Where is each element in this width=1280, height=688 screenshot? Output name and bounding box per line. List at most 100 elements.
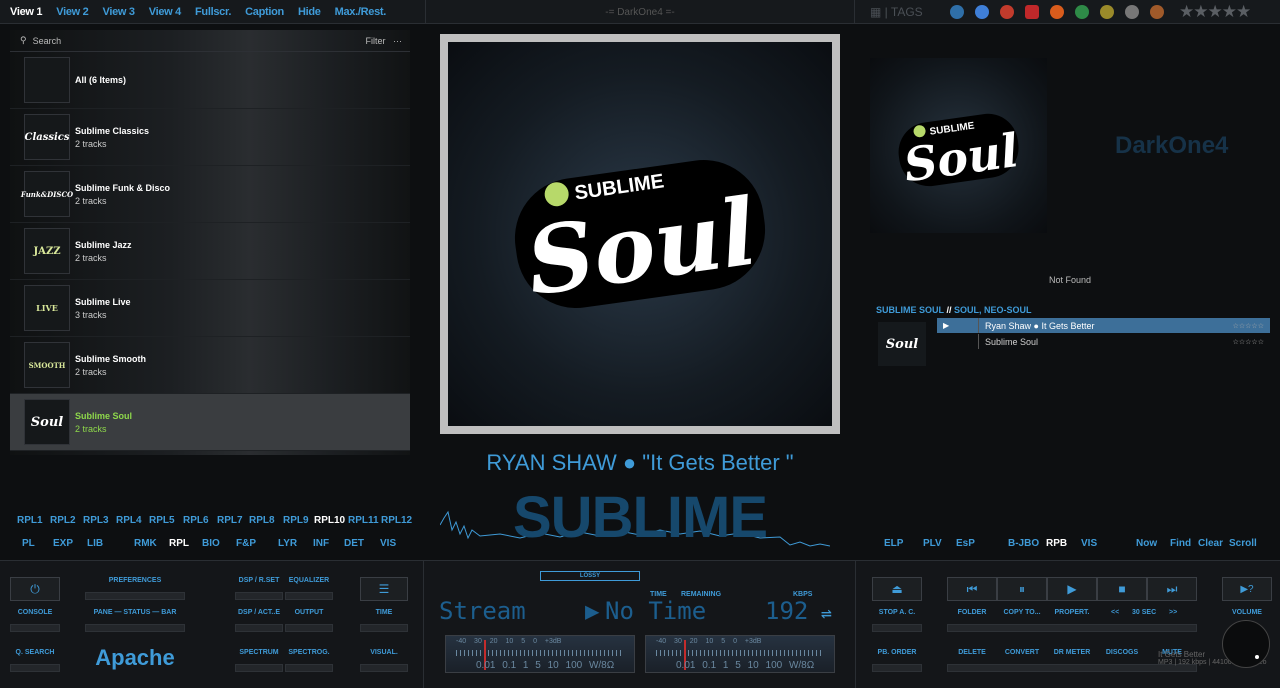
caption-button[interactable]: Caption [245,6,284,18]
list-item[interactable]: LIVE Sublime Live 3 tracks [10,280,410,337]
pane-status-bar-button[interactable] [85,624,185,632]
rpl9-button[interactable]: RPL9 [283,515,309,526]
rpl6-button[interactable]: RPL6 [183,515,209,526]
fullscreen-button[interactable]: Fullscr. [195,6,231,18]
list-item[interactable]: SMOOTH Sublime Smooth 2 tracks [10,337,410,394]
list-item[interactable]: Classics Sublime Classics 2 tracks [10,109,410,166]
esp-button[interactable]: EsP [956,538,975,549]
help-icon[interactable]: ▶? [1222,577,1272,601]
rpl7-button[interactable]: RPL7 [217,515,243,526]
play-icon[interactable]: ▶ [1047,577,1097,601]
clear-button[interactable]: Clear [1198,538,1223,549]
lastfm-icon[interactable] [1000,5,1014,19]
playlist-row[interactable]: ▶ Ryan Shaw ● It Gets Better ☆☆☆☆☆ [937,318,1270,333]
rpl8-button[interactable]: RPL8 [249,515,275,526]
spectrogram-button[interactable] [285,664,333,672]
rpl11-button[interactable]: RPL11 [348,515,379,526]
rpl4-button[interactable]: RPL4 [116,515,142,526]
equalizer-button[interactable] [285,592,333,600]
lyr-button[interactable]: LYR [278,538,297,549]
find-button[interactable]: Find [1170,538,1191,549]
max-restore-button[interactable]: Max./Rest. [335,6,387,18]
tags-label[interactable]: ▦ | TAGS [870,5,950,19]
plv-button[interactable]: PLV [923,538,942,549]
playlist-row[interactable]: Sublime Soul ☆☆☆☆☆ [937,334,1270,349]
eject-icon[interactable]: ⏏ [872,577,922,601]
view-1-tab[interactable]: View 1 [10,6,43,18]
menu-icon[interactable]: ☰ [360,577,408,601]
fp-button[interactable]: F&P [236,538,256,549]
list-item[interactable]: JAZZ Sublime Jazz 2 tracks [10,223,410,280]
album-cover[interactable]: SUBLIME Soul [440,34,840,434]
vis-right-button[interactable]: VIS [1081,538,1097,549]
lib-button[interactable]: LIB [87,538,103,549]
pause-icon[interactable]: ⏸ [997,577,1047,601]
output-button[interactable] [285,624,333,632]
stop-after-current-button[interactable] [872,624,922,632]
console-button[interactable] [10,624,60,632]
link-icon[interactable] [950,5,964,19]
stop-icon[interactable]: ■ [1097,577,1147,601]
bio-button[interactable]: BIO [202,538,220,549]
soundcloud-icon[interactable] [1050,5,1064,19]
det-button[interactable]: DET [344,538,364,549]
google-icon[interactable] [975,5,989,19]
preferences-button[interactable] [85,592,185,600]
quick-search-button[interactable] [10,664,60,672]
search-input[interactable]: Search [33,36,62,46]
hide-button[interactable]: Hide [298,6,321,18]
rpl2-button[interactable]: RPL2 [50,515,76,526]
vis-button[interactable]: VIS [380,538,396,549]
search-bar[interactable]: ⚲ Search Filter ··· [10,30,410,52]
view-2-tab[interactable]: View 2 [56,6,89,18]
spectrum-button[interactable] [235,664,283,672]
pl-button[interactable]: PL [22,538,35,549]
list-item-title: Sublime Live [75,296,131,307]
action-buttons-bar[interactable] [947,624,1197,632]
row-rating[interactable]: ☆☆☆☆☆ [1233,322,1264,330]
list-item-selected[interactable]: Soul Sublime Soul 2 tracks [10,394,410,451]
rpb-button[interactable]: RPB [1046,538,1067,549]
view-3-tab[interactable]: View 3 [103,6,136,18]
list-item[interactable]: All (6 Items) [10,52,410,109]
visual-button[interactable] [360,664,408,672]
rpl10-button[interactable]: RPL10 [314,515,345,526]
inf-button[interactable]: INF [313,538,329,549]
rmk-button[interactable]: RMK [134,538,157,549]
convert-label: CONVERT [1004,649,1040,656]
rpl12-button[interactable]: RPL12 [381,515,412,526]
rpl-button[interactable]: RPL [169,538,189,549]
volume-knob[interactable] [1222,620,1270,668]
dsp-reset-button[interactable] [235,592,283,600]
repeat-icon[interactable]: ⇌ [821,603,832,624]
scroll-button[interactable]: Scroll [1229,538,1257,549]
rpl5-button[interactable]: RPL5 [149,515,175,526]
dsp-active-button[interactable] [235,624,283,632]
row-rating[interactable]: ☆☆☆☆☆ [1233,338,1264,346]
rpl3-button[interactable]: RPL3 [83,515,109,526]
seek-back-label[interactable]: << [1111,609,1119,616]
playback-order-button[interactable] [872,664,922,672]
power-icon[interactable]: ⏻ [10,577,60,601]
artist-art: SUBLIME Soul [870,58,1047,233]
previous-icon[interactable]: ⏮ [947,577,997,601]
wikipedia-icon[interactable] [1125,5,1139,19]
view-4-tab[interactable]: View 4 [149,6,182,18]
exp-button[interactable]: EXP [53,538,73,549]
rating-stars[interactable]: ★★★★★ [1179,2,1251,22]
elp-button[interactable]: ELP [884,538,903,549]
filter-button[interactable]: Filter ··· [365,36,402,46]
time-button[interactable] [360,624,408,632]
now-button[interactable]: Now [1136,538,1157,549]
musicbrainz-icon[interactable] [1150,5,1164,19]
bjbo-button[interactable]: B-JBO [1008,538,1039,549]
list-item[interactable]: Funk&DISCO Sublime Funk & Disco 2 tracks [10,166,410,223]
list-item-title: Sublime Soul [75,410,133,421]
discogs-icon[interactable] [1100,5,1114,19]
youtube-icon[interactable] [1025,5,1039,19]
seek-forward-label[interactable]: >> [1169,609,1177,616]
rpl1-button[interactable]: RPL1 [17,515,43,526]
spotify-icon[interactable] [1075,5,1089,19]
next-icon[interactable]: ⏭ [1147,577,1197,601]
more-icon[interactable]: ··· [393,36,402,46]
